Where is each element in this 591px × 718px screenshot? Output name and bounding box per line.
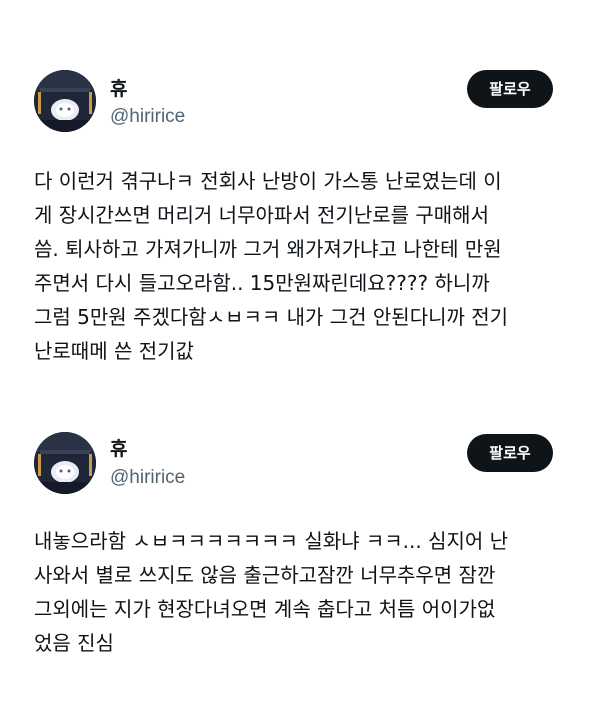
follow-button[interactable]: 팔로우 [467, 70, 553, 108]
tweet-text-line: 게 장시간쓰면 머리거 너무아파서 전기난로를 구매해서 [34, 203, 489, 227]
tweet-text-line: 었음 진심 [34, 631, 114, 655]
author-handle[interactable]: @hiririce [110, 466, 185, 490]
author-name[interactable]: 휴 [110, 437, 127, 461]
author-name[interactable]: 휴 [110, 77, 127, 101]
avatar-image [34, 432, 96, 494]
tweet-text: 내놓으라함 ㅅㅂㅋㅋㅋㅋㅋㅋㅋ 실화냐 ㅋㅋ... 심지어 난 사와서 별로 쓰… [34, 524, 564, 660]
tweet-text-line: 난로때메 쓴 전기값 [34, 339, 194, 363]
tweet-text-line: 다 이런거 겪구나ㅋ 전회사 난방이 가스통 난로였는데 이 [34, 169, 502, 193]
tweet-text-line: 사와서 별로 쓰지도 않음 출근하고잠깐 너무추우면 잠깐 [34, 563, 496, 587]
author-handle[interactable]: @hiririce [110, 105, 185, 129]
avatar-image [34, 70, 96, 132]
avatar[interactable] [34, 432, 96, 494]
tweet-2: 휴 @hiririce 팔로우 내놓으라함 ㅅㅂㅋㅋㅋㅋㅋㅋㅋ 실화냐 ㅋㅋ..… [0, 400, 591, 718]
tweet-text-line: 내놓으라함 ㅅㅂㅋㅋㅋㅋㅋㅋㅋ 실화냐 ㅋㅋ... 심지어 난 [34, 529, 509, 553]
follow-button[interactable]: 팔로우 [467, 434, 553, 472]
tweet-text-line: 그럼 5만원 주겠다함ㅅㅂㅋㅋ 내가 그건 안된다니까 전기 [34, 305, 509, 329]
avatar[interactable] [34, 70, 96, 132]
tweet-text-line: 그외에는 지가 현장다녀오면 계속 춥다고 처틈 어이가없 [34, 597, 496, 621]
tweet-text-line: 씀. 퇴사하고 가져가니까 그거 왜가져가냐고 나한테 만원 [34, 237, 502, 261]
tweet-1: 휴 @hiririce 팔로우 다 이런거 겪구나ㅋ 전회사 난방이 가스통 난… [0, 0, 591, 390]
tweet-text: 다 이런거 겪구나ㅋ 전회사 난방이 가스통 난로였는데 이 게 장시간쓰면 머… [34, 164, 564, 368]
tweet-text-line: 주면서 다시 들고오라함.. 15만원짜린데요???? 하니까 [34, 271, 490, 295]
